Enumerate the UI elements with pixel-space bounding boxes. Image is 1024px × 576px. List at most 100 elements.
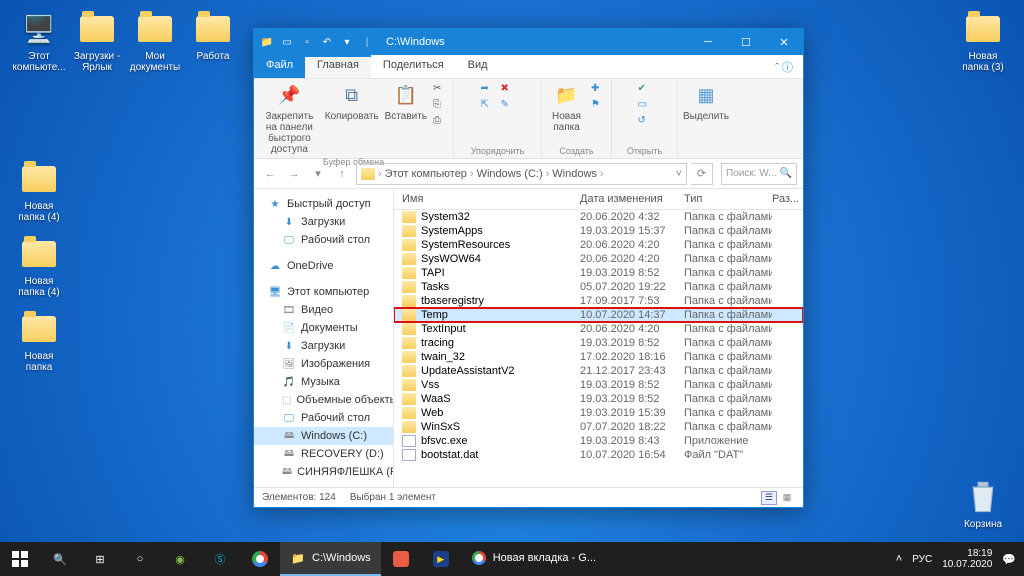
refresh-button[interactable]: ⟳ <box>691 163 713 185</box>
taskbar-app1[interactable] <box>381 542 421 576</box>
ribbon-help-icon[interactable]: ˆ ⓘ <box>765 55 803 78</box>
ribbon-open[interactable]: ▭ <box>638 99 652 113</box>
nav-recovery-d[interactable]: 🖴RECOVERY (D:) <box>254 445 393 463</box>
breadcrumb[interactable]: › Этот компьютер › Windows (C:) › Window… <box>356 163 687 185</box>
column-type[interactable]: Тип <box>684 193 772 205</box>
table-row[interactable]: SystemApps19.03.2019 15:37Папка с файлам… <box>394 224 803 238</box>
tray-notifications-icon[interactable]: 💬 <box>1002 553 1016 566</box>
nav-downloads[interactable]: ⬇Загрузки <box>254 213 393 231</box>
qat-properties-icon[interactable]: ▭ <box>280 35 294 49</box>
desktop-icon-new-folder-4a[interactable]: Новая папка (4) <box>10 160 68 223</box>
table-row[interactable]: tbaseregistry17.09.2017 7:53Папка с файл… <box>394 294 803 308</box>
tray-show-hidden-icon[interactable]: ˄ <box>896 553 902 565</box>
table-row[interactable]: UpdateAssistantV221.12.2017 23:43Папка с… <box>394 364 803 378</box>
nav-onedrive[interactable]: ☁OneDrive <box>254 257 393 275</box>
ribbon-pin[interactable]: 📌 Закрепить на панели быстрого доступа <box>260 83 319 155</box>
table-row[interactable]: Tasks05.07.2020 19:22Папка с файлами <box>394 280 803 294</box>
table-row[interactable]: SystemResources20.06.2020 4:20Папка с фа… <box>394 238 803 252</box>
ribbon-copy[interactable]: ⧉ Копировать <box>325 83 379 122</box>
column-name[interactable]: Имя <box>394 193 580 205</box>
taskbar-app2[interactable]: ▶ <box>421 542 461 576</box>
table-row[interactable]: tracing19.03.2019 8:52Папка с файлами <box>394 336 803 350</box>
qat-undo-icon[interactable]: ↶ <box>320 35 334 49</box>
table-row[interactable]: SysWOW6420.06.2020 4:20Папка с файлами <box>394 252 803 266</box>
cortana-button[interactable]: ○ <box>120 542 160 576</box>
nav-this-pc[interactable]: 🖥Этот компьютер <box>254 283 393 301</box>
ribbon-copyto[interactable]: ⇱ <box>481 99 495 113</box>
desktop-icon-recycle-bin[interactable]: Корзина <box>954 478 1012 530</box>
desktop-icon-new-folder-3[interactable]: Новая папка (3) <box>954 10 1012 73</box>
ribbon-rename[interactable]: ✎ <box>501 99 515 113</box>
view-details-button[interactable]: ☰ <box>761 491 777 505</box>
taskbar-chrome[interactable] <box>240 542 280 576</box>
nav-back-button[interactable]: ← <box>260 164 280 184</box>
desktop-icon-downloads-shortcut[interactable]: Загрузки - Ярлык <box>68 10 126 73</box>
ribbon-moveto[interactable]: ➦ <box>481 83 495 97</box>
nav-pictures[interactable]: 🖼Изображения <box>254 355 393 373</box>
nav-3d-objects[interactable]: ⬚Объемные объекты <box>254 391 393 409</box>
ribbon-history[interactable]: ↺ <box>638 115 652 129</box>
nav-pane[interactable]: ★Быстрый доступ ⬇Загрузки 🖵Рабочий стол … <box>254 189 394 487</box>
table-row[interactable]: Web19.03.2019 15:39Папка с файлами <box>394 406 803 420</box>
search-input[interactable]: Поиск: W... 🔍 <box>721 163 797 185</box>
nav-usb-f[interactable]: 🖴СИНЯЯФЛЕШКА (F:) <box>254 463 393 481</box>
table-row[interactable]: WaaS19.03.2019 8:52Папка с файлами <box>394 392 803 406</box>
ribbon-select[interactable]: ▦ Выделить <box>683 83 729 122</box>
tab-view[interactable]: Вид <box>456 55 500 78</box>
tab-share[interactable]: Поделиться <box>371 55 456 78</box>
nav-music[interactable]: 🎵Музыка <box>254 373 393 391</box>
nav-desktop2[interactable]: 🖵Рабочий стол <box>254 409 393 427</box>
table-row[interactable]: TAPI19.03.2019 8:52Папка с файлами <box>394 266 803 280</box>
nav-up-button[interactable]: ↑ <box>332 164 352 184</box>
ribbon-paste[interactable]: 📋 Вставить <box>385 83 427 122</box>
nav-forward-button[interactable]: → <box>284 164 304 184</box>
ribbon-cut[interactable]: ✂ <box>433 83 447 97</box>
table-row[interactable]: twain_3217.02.2020 18:16Папка с файлами <box>394 350 803 364</box>
tray-clock[interactable]: 18:19 10.07.2020 <box>942 548 992 570</box>
desktop-icon-new-folder[interactable]: Новая папка <box>10 310 68 373</box>
breadcrumb-item[interactable]: Windows <box>552 168 597 180</box>
file-list[interactable]: System3220.06.2020 4:32Папка с файламиSy… <box>394 210 803 487</box>
close-button[interactable]: ✕ <box>765 29 803 55</box>
tab-home[interactable]: Главная <box>305 55 371 78</box>
ribbon-new-folder[interactable]: 📁 Новая папка <box>548 83 585 133</box>
breadcrumb-item[interactable]: Этот компьютер <box>385 168 467 180</box>
ribbon-paste-shortcut[interactable]: ⎙ <box>433 115 447 129</box>
breadcrumb-dropdown-icon[interactable]: ˅ <box>676 168 682 180</box>
search-button[interactable]: 🔍 <box>40 542 80 576</box>
nav-downloads2[interactable]: ⬇Загрузки <box>254 337 393 355</box>
column-size[interactable]: Раз... <box>772 193 803 205</box>
desktop-icon-new-folder-4b[interactable]: Новая папка (4) <box>10 235 68 298</box>
ribbon-delete[interactable]: ✖ <box>501 83 515 97</box>
column-headers[interactable]: Имя Дата изменения Тип Раз... <box>394 189 803 210</box>
table-row[interactable]: bfsvc.exe19.03.2019 8:43Приложение <box>394 434 803 448</box>
minimize-button[interactable]: ─ <box>689 29 727 55</box>
desktop-icon-work[interactable]: Работа <box>184 10 242 62</box>
taskbar-utorrent[interactable]: ◉ <box>160 542 200 576</box>
column-date[interactable]: Дата изменения <box>580 193 684 205</box>
desktop-icon-my-documents[interactable]: Мои документы <box>126 10 184 73</box>
ribbon-new-item[interactable]: ✚ <box>591 83 605 97</box>
table-row[interactable]: WinSxS07.07.2020 18:22Папка с файлами <box>394 420 803 434</box>
titlebar[interactable]: 📁 ▭ ▫ ↶ ▾ | C:\Windows ─ ☐ ✕ <box>254 29 803 55</box>
tray-language[interactable]: РУС <box>912 554 932 565</box>
nav-windows-c[interactable]: 🖴Windows (C:) <box>254 427 393 445</box>
breadcrumb-item[interactable]: Windows (C:) <box>477 168 543 180</box>
table-row[interactable]: Vss19.03.2019 8:52Папка с файлами <box>394 378 803 392</box>
table-row[interactable]: TextInput20.06.2020 4:20Папка с файлами <box>394 322 803 336</box>
taskbar-skype[interactable]: Ⓢ <box>200 542 240 576</box>
taskbar-item-explorer[interactable]: 📁 C:\Windows <box>280 542 381 576</box>
table-row[interactable]: bootstat.dat10.07.2020 16:54Файл "DAT" <box>394 448 803 462</box>
nav-quick-access[interactable]: ★Быстрый доступ <box>254 195 393 213</box>
desktop-icon-this-pc[interactable]: 🖥️ Этот компьюте... <box>10 10 68 73</box>
start-button[interactable] <box>0 542 40 576</box>
ribbon-easy-access[interactable]: ⚑ <box>591 99 605 113</box>
maximize-button[interactable]: ☐ <box>727 29 765 55</box>
nav-video[interactable]: 🎞Видео <box>254 301 393 319</box>
nav-desktop[interactable]: 🖵Рабочий стол <box>254 231 393 249</box>
ribbon-properties[interactable]: ✔ <box>638 83 652 97</box>
ribbon-copypath[interactable]: ⎘ <box>433 99 447 113</box>
view-icons-button[interactable]: ▦ <box>779 491 795 505</box>
taskbar-item-chrome[interactable]: Новая вкладка - G... <box>461 542 606 576</box>
qat-dropdown-icon[interactable]: ▾ <box>340 35 354 49</box>
